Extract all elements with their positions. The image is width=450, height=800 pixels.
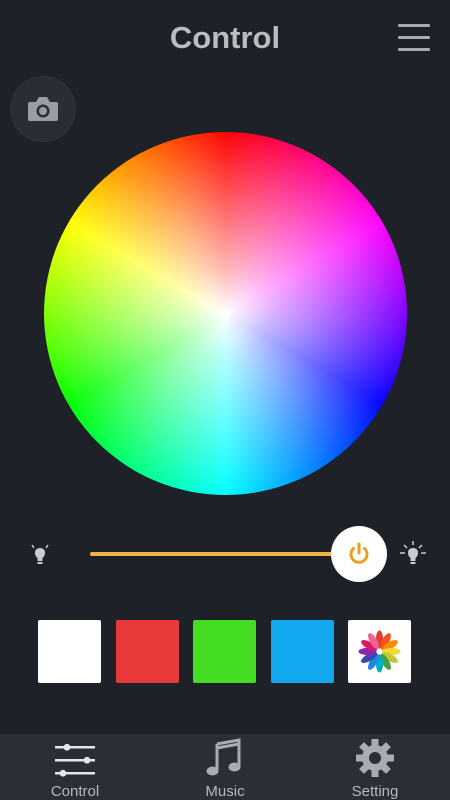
page-title: Control <box>169 20 281 55</box>
bright-bulb-icon <box>400 541 426 564</box>
dim-bulb-icon <box>31 544 49 564</box>
camera-icon <box>28 97 58 121</box>
color-flower-icon <box>358 630 401 673</box>
sliders-icon <box>55 743 95 777</box>
nav-label-control: Control <box>50 783 100 800</box>
gear-icon <box>356 739 394 777</box>
music-note-icon <box>206 738 241 776</box>
color-wheel-cursor[interactable] <box>220 308 231 319</box>
bottom-navigation: Control Music Setting <box>0 734 450 800</box>
brightness-slider-track[interactable] <box>90 552 360 556</box>
nav-tab-control[interactable]: Control <box>0 734 150 800</box>
preset-white-swatch[interactable] <box>38 620 101 683</box>
nav-tab-setting[interactable]: Setting <box>300 734 450 800</box>
header-bar: Control <box>0 0 450 78</box>
nav-label-music: Music <box>205 783 245 800</box>
preset-red-swatch[interactable] <box>116 620 179 683</box>
preset-custom-swatch[interactable] <box>348 620 411 683</box>
power-icon <box>349 542 369 564</box>
brightness-slider-thumb[interactable] <box>331 526 387 582</box>
nav-label-setting: Setting <box>351 783 399 800</box>
menu-button[interactable] <box>398 24 430 52</box>
hamburger-menu-icon <box>398 24 430 52</box>
preset-blue-swatch[interactable] <box>271 620 334 683</box>
color-wheel[interactable] <box>44 132 407 495</box>
preset-green-swatch[interactable] <box>193 620 256 683</box>
nav-tab-music[interactable]: Music <box>150 734 300 800</box>
